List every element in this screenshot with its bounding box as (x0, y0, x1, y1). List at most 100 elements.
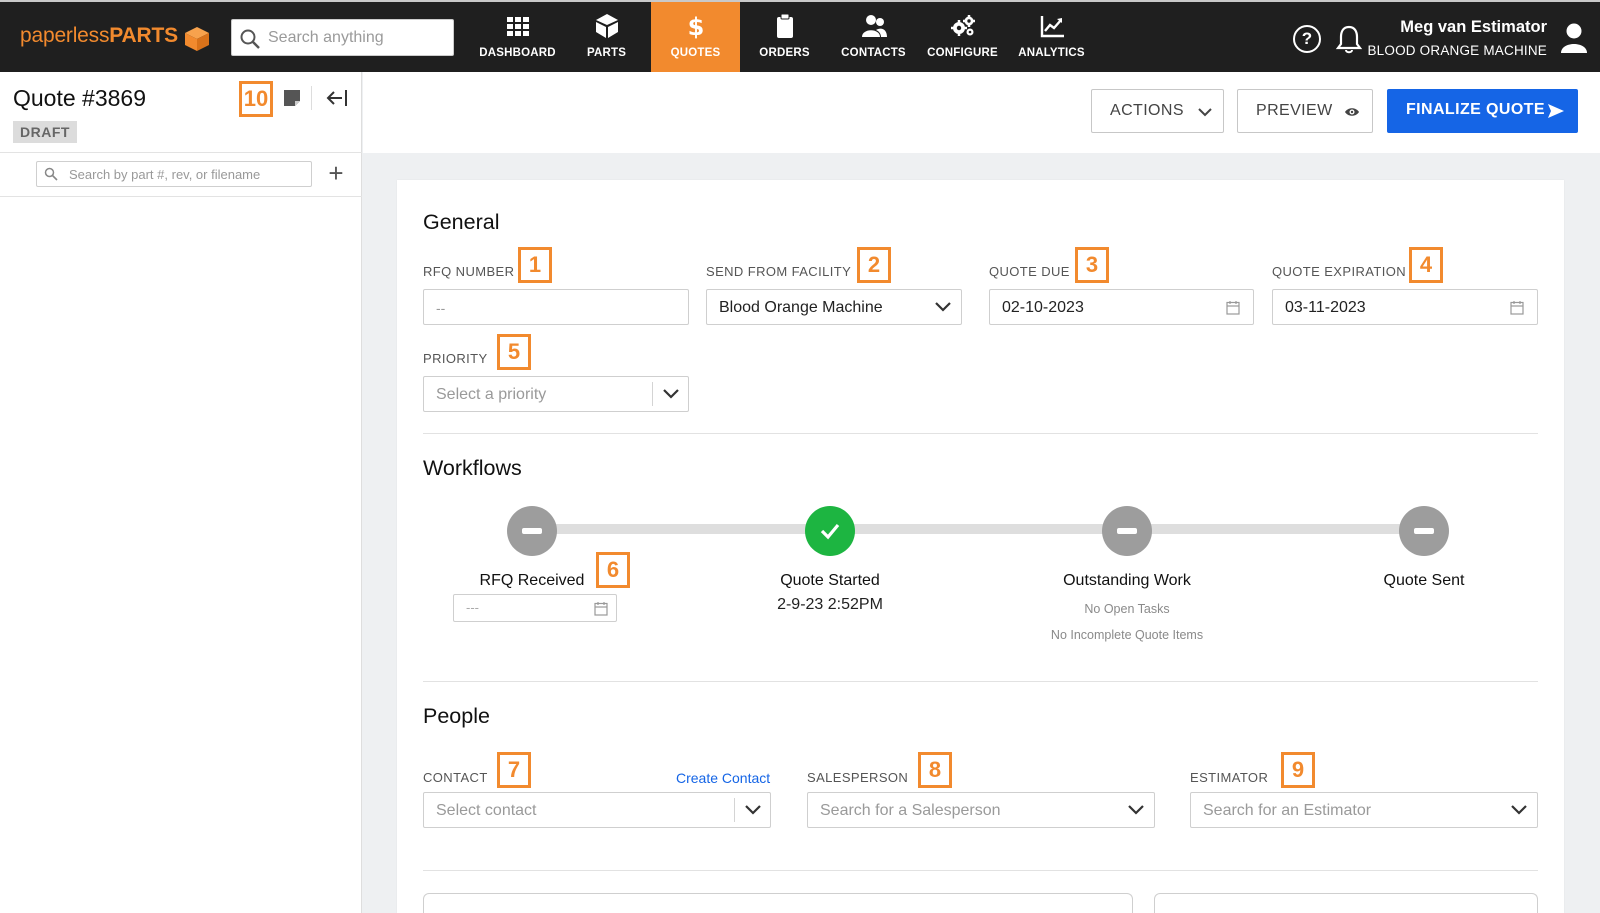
company-name[interactable]: BLOOD ORANGE MACHINE (1367, 43, 1547, 58)
nav-quotes-label: QUOTES (670, 47, 721, 59)
salesperson-label: SALESPERSON (807, 770, 909, 785)
chevron-down-icon (1198, 108, 1212, 117)
nav-quotes[interactable]: $ QUOTES (651, 2, 740, 72)
quote-title: Quote #3869 (13, 85, 147, 111)
create-contact-link[interactable]: Create Contact (676, 770, 770, 786)
priority-select[interactable]: Select a priority (423, 376, 689, 412)
workflow-step-quote-started-status (805, 506, 855, 556)
user-name[interactable]: Meg van Estimator (1400, 18, 1547, 37)
callout-badge-4: 4 (1409, 247, 1443, 283)
finalize-quote-button[interactable]: FINALIZE QUOTE (1387, 89, 1578, 133)
quote-due-date-field[interactable]: 02-10-2023 (989, 289, 1254, 325)
facility-label: SEND FROM FACILITY (706, 264, 852, 279)
avatar-icon[interactable] (1560, 22, 1588, 54)
logo-cube-icon (185, 27, 209, 51)
nav-contacts-label: CONTACTS (841, 47, 906, 59)
minus-icon (1414, 528, 1434, 534)
callout-badge-10: 10 (239, 81, 273, 117)
rfq-received-date-field[interactable]: --- (453, 594, 617, 622)
part-search[interactable] (36, 161, 312, 187)
actions-label: ACTIONS (1110, 102, 1184, 119)
workflow-step-rfq-received-status (507, 506, 557, 556)
global-search-input[interactable] (268, 26, 448, 50)
minus-icon (522, 528, 542, 534)
minus-icon (1117, 528, 1137, 534)
status-badge: DRAFT (13, 121, 77, 143)
search-icon (240, 29, 260, 49)
nav-orders[interactable]: ORDERS (740, 2, 829, 72)
priority-placeholder: Select a priority (436, 386, 547, 403)
global-search[interactable] (231, 19, 454, 56)
note-icon[interactable] (283, 89, 301, 107)
rfq-number-placeholder: -- (436, 300, 446, 316)
nav-contacts[interactable]: CONTACTS (829, 2, 918, 72)
callout-badge-9: 9 (1281, 752, 1315, 788)
workflow-step-quote-sent-status (1399, 506, 1449, 556)
grid-icon (506, 17, 529, 36)
quote-expiration-label: QUOTE EXPIRATION (1272, 264, 1407, 279)
contact-label: CONTACT (423, 770, 488, 785)
nav-parts-label: PARTS (586, 47, 627, 59)
callout-badge-5: 5 (497, 334, 531, 370)
chevron-down-icon (935, 302, 951, 312)
checkmark-icon (820, 523, 840, 540)
facility-select[interactable]: Blood Orange Machine (706, 289, 962, 325)
quote-due-value: 02-10-2023 (1002, 299, 1084, 316)
nav-analytics-label: ANALYTICS (1018, 47, 1085, 59)
calendar-icon[interactable] (594, 601, 608, 616)
nav-analytics[interactable]: ANALYTICS (1007, 2, 1096, 72)
logo-prefix: paperless (20, 24, 110, 47)
preview-button[interactable]: PREVIEW (1237, 89, 1373, 133)
search-icon (44, 167, 58, 181)
priority-label: PRIORITY (423, 351, 488, 366)
nav-parts[interactable]: PARTS (562, 2, 651, 72)
workflow-step-quote-sent-title: Quote Sent (1383, 572, 1465, 589)
nav-orders-label: ORDERS (759, 47, 810, 59)
actions-button[interactable]: ACTIONS (1091, 89, 1224, 133)
quote-details-card: General RFQ NUMBER 1 -- SEND FROM FACILI… (397, 180, 1564, 913)
dollar-icon: $ (687, 13, 704, 39)
part-search-input[interactable] (69, 165, 304, 183)
divider (0, 152, 362, 153)
salesperson-placeholder: Search for a Salesperson (820, 802, 1001, 819)
clipboard-icon (776, 13, 793, 38)
estimator-select[interactable]: Search for an Estimator (1190, 792, 1538, 828)
contact-select[interactable]: Select contact (423, 792, 771, 828)
cube-icon (595, 14, 618, 38)
collapse-panel-icon[interactable] (326, 88, 348, 108)
callout-badge-8: 8 (918, 752, 952, 788)
calendar-icon[interactable] (1510, 300, 1524, 315)
toolbar-divider (311, 86, 312, 110)
callout-badge-2: 2 (857, 247, 891, 283)
callout-badge-1: 1 (518, 247, 552, 283)
gears-icon (950, 15, 975, 36)
calendar-icon[interactable] (1226, 300, 1240, 315)
quote-expiration-date-field[interactable]: 03-11-2023 (1272, 289, 1538, 325)
logo[interactable]: paperlessPARTS (20, 24, 178, 48)
facility-value: Blood Orange Machine (719, 299, 883, 316)
callout-badge-3: 3 (1075, 247, 1109, 283)
workflow-step-quote-started-date: 2-9-23 2:52PM (777, 596, 883, 613)
incomplete-items-note: No Incomplete Quote Items (1050, 628, 1204, 642)
callout-badge-6: 6 (596, 552, 630, 588)
bell-icon[interactable] (1335, 24, 1363, 54)
workflow-step-outstanding-work-status (1102, 506, 1152, 556)
help-icon[interactable]: ? (1293, 25, 1321, 53)
logo-suffix: PARTS (109, 24, 178, 47)
select-divider (734, 798, 735, 822)
people-icon (861, 15, 887, 37)
workflow-progress-track (532, 524, 1424, 534)
add-part-button[interactable]: + (326, 160, 346, 186)
callout-badge-7: 7 (497, 752, 531, 788)
chevron-down-icon (663, 389, 679, 399)
nav-dashboard[interactable]: DASHBOARD (473, 2, 562, 72)
lower-panel-right (1154, 893, 1538, 913)
nav-configure[interactable]: CONFIGURE (918, 2, 1007, 72)
salesperson-select[interactable]: Search for a Salesperson (807, 792, 1155, 828)
workflow-step-outstanding-work-title: Outstanding Work (1063, 572, 1191, 589)
lower-panel-left (423, 893, 1133, 913)
chevron-down-icon (1511, 805, 1527, 815)
rfq-number-field[interactable]: -- (423, 289, 689, 325)
preview-label: PREVIEW (1256, 102, 1333, 119)
section-divider (423, 433, 1538, 434)
